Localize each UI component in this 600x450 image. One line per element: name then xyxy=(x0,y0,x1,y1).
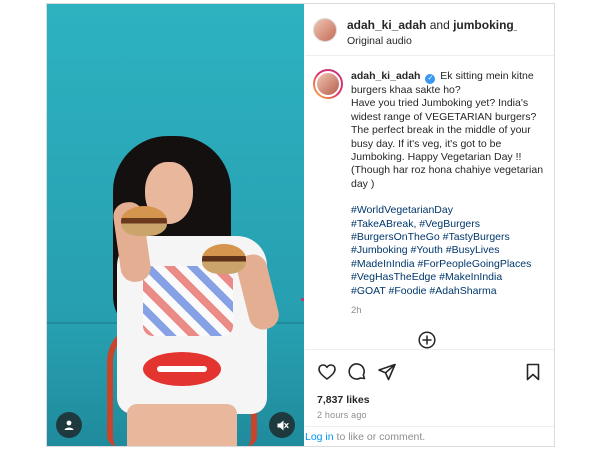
audio-label[interactable]: Original audio xyxy=(347,35,412,47)
post-timestamp[interactable]: 2 hours ago xyxy=(317,410,367,420)
login-prompt-text: to like or comment. xyxy=(333,431,426,443)
post-authors: adah_ki_adah and jumboking_india xyxy=(347,18,517,32)
caption-username[interactable]: adah_ki_adah xyxy=(351,70,420,82)
bookmark-icon[interactable] xyxy=(523,362,543,382)
login-link[interactable]: Log in xyxy=(305,431,334,443)
like-count[interactable]: 7,837 likes xyxy=(317,394,370,406)
caption: adah_ki_adah ✓ Ek sitting mein kitne bur… xyxy=(351,70,547,318)
scroll-indicator-dot xyxy=(301,298,304,301)
login-prompt: Log in to like or comment. xyxy=(305,426,554,447)
caption-text: Ek sitting mein kitne burgers khaa sakte… xyxy=(351,70,544,190)
post-video[interactable] xyxy=(47,4,304,446)
caption-avatar[interactable] xyxy=(313,69,343,99)
instagram-post: adah_ki_adah and jumboking_india Origina… xyxy=(46,3,555,447)
tagged-users-button[interactable] xyxy=(56,412,82,438)
burger-left xyxy=(121,206,167,236)
user-tag-icon xyxy=(64,420,74,430)
woman-legs xyxy=(127,404,237,446)
plus-circle-icon[interactable] xyxy=(418,331,436,349)
author-link-2[interactable]: jumboking_india xyxy=(453,18,517,32)
post-header: adah_ki_adah and jumboking_india Origina… xyxy=(305,4,554,56)
author-separator: and xyxy=(429,18,450,32)
verified-badge-icon: ✓ xyxy=(425,74,436,84)
dress-print xyxy=(143,266,233,336)
author-link-1[interactable]: adah_ki_adah xyxy=(347,18,426,32)
burger-right xyxy=(202,244,246,274)
comment-icon[interactable] xyxy=(347,362,367,382)
caption-hashtags[interactable]: #WorldVegetarianDay #TakeABreak, #VegBur… xyxy=(351,204,547,298)
avatar[interactable] xyxy=(313,18,337,42)
caption-time: 2h xyxy=(351,305,362,317)
mute-button[interactable] xyxy=(269,412,295,438)
heart-icon[interactable] xyxy=(317,362,337,382)
share-icon[interactable] xyxy=(377,362,397,382)
audio-muted-icon xyxy=(277,420,289,430)
post-details-panel: adah_ki_adah and jumboking_india Origina… xyxy=(305,4,554,446)
dress-lips-print xyxy=(143,352,221,386)
action-bar: 7,837 likes 2 hours ago Log in to like o… xyxy=(305,349,554,446)
